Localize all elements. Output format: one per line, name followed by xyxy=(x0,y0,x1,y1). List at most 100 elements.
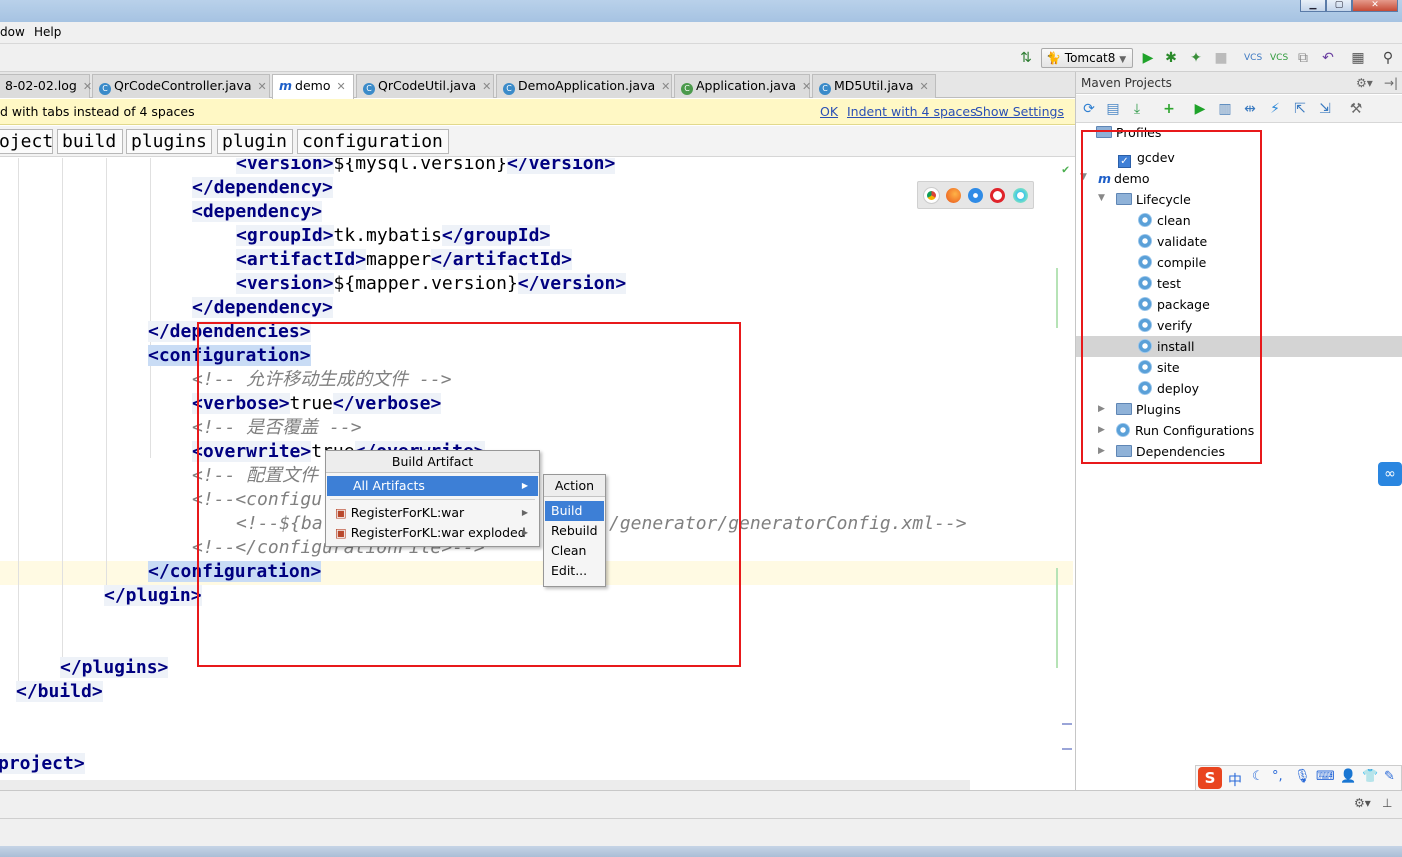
close-icon[interactable]: ✕ xyxy=(661,80,670,93)
stop-icon[interactable]: ■ xyxy=(1213,50,1229,66)
change-marker xyxy=(1056,568,1058,668)
breadcrumb-build[interactable]: build xyxy=(57,129,123,154)
download-icon[interactable]: ⤓ xyxy=(1129,101,1145,117)
maven-settings-icon[interactable]: ⚒ xyxy=(1348,101,1364,117)
menu-item-label: RegisterForKL:war exploded xyxy=(350,525,526,540)
moon-icon[interactable]: ☾ xyxy=(1252,769,1264,784)
os-taskbar xyxy=(0,846,1402,857)
toggle-offline-icon[interactable]: ⇹ xyxy=(1242,101,1258,117)
submenu-arrow-icon: ▶ xyxy=(521,481,528,490)
ime-mode-label[interactable]: 中 xyxy=(1228,770,1242,790)
breadcrumb-plugin[interactable]: plugin xyxy=(217,129,293,154)
close-window-button[interactable]: ✕ xyxy=(1352,0,1398,12)
vcs-commit-icon[interactable]: VCS xyxy=(1270,50,1288,66)
structure-icon[interactable]: ▦ xyxy=(1350,50,1366,66)
maximize-button[interactable]: ▢ xyxy=(1326,0,1352,12)
gear-icon[interactable]: ⚙▾ xyxy=(1354,796,1371,810)
breadcrumb-project[interactable]: oject xyxy=(0,129,53,154)
run-maven-icon[interactable]: ▶ xyxy=(1192,101,1208,117)
action-edit[interactable]: Edit... xyxy=(545,561,604,581)
menu-divider xyxy=(330,499,535,500)
menu-help[interactable]: Help xyxy=(34,25,61,39)
chrome-icon[interactable] xyxy=(923,187,940,204)
tools-icon[interactable]: ✎ xyxy=(1384,769,1395,784)
firefox-icon[interactable] xyxy=(946,188,961,203)
close-icon[interactable]: ✕ xyxy=(83,80,92,93)
tab-demo[interactable]: m demo ✕ xyxy=(272,74,354,99)
skin-icon[interactable]: 👕 xyxy=(1362,769,1378,784)
sort-icon[interactable]: ⇅ xyxy=(1018,50,1034,66)
coverage-icon[interactable]: ✦ xyxy=(1188,50,1204,66)
sogou-icon[interactable]: S xyxy=(1198,767,1222,789)
maven-goal-icon[interactable]: ▥ xyxy=(1217,101,1233,117)
menu-item-all-artifacts[interactable]: All Artifacts ▶ xyxy=(327,476,538,496)
action-build[interactable]: Build xyxy=(545,501,604,521)
safari-icon[interactable] xyxy=(968,188,983,203)
code-line: <version>${mysql.version}</version> xyxy=(236,158,616,176)
reimport-icon[interactable]: ⟳ xyxy=(1081,101,1097,117)
cloud-sync-icon[interactable]: ∞ xyxy=(1378,462,1402,486)
menu-window[interactable]: dow xyxy=(0,25,25,39)
xml-tag: </groupId> xyxy=(441,225,551,246)
xml-value: ${mapper.version} xyxy=(333,273,518,294)
ok-link[interactable]: OK xyxy=(820,99,838,125)
tab-label: QrCodeController.java xyxy=(114,78,252,93)
close-icon[interactable]: ✕ xyxy=(920,80,929,93)
user-icon[interactable]: 👤 xyxy=(1340,769,1356,784)
show-settings-link[interactable]: Show Settings xyxy=(975,99,1064,125)
menu-bar: dow Help xyxy=(0,22,1402,44)
compare-icon[interactable]: ⧉ xyxy=(1295,50,1311,66)
action-rebuild[interactable]: Rebuild xyxy=(545,521,604,541)
submenu-arrow-icon: ▶ xyxy=(521,528,528,537)
indent-link[interactable]: Indent with 4 spaces xyxy=(847,99,977,125)
xml-tag: <dependency> xyxy=(192,201,323,222)
code-line: project> xyxy=(0,752,85,776)
microphone-icon[interactable]: 🎙 xyxy=(1294,769,1311,784)
artifact-icon: ▣ xyxy=(335,525,347,540)
hide-panel-icon[interactable]: →| xyxy=(1384,72,1398,94)
menu-item-war[interactable]: ▣ RegisterForKL:war ▶ xyxy=(327,503,538,523)
skip-tests-icon[interactable]: ⚡ xyxy=(1267,101,1283,117)
code-line: <dependency> xyxy=(192,200,323,224)
close-icon[interactable]: ✕ xyxy=(257,80,266,93)
indent-guide xyxy=(150,158,151,458)
revert-icon[interactable]: ↶ xyxy=(1320,50,1336,66)
keyboard-icon[interactable]: ⌨ xyxy=(1316,769,1335,784)
opera-icon[interactable] xyxy=(990,188,1005,203)
run-config-select[interactable]: 🐈 Tomcat8 ▼ xyxy=(1041,48,1133,68)
debug-icon[interactable]: ✱ xyxy=(1163,50,1179,66)
status-bar: ⚙▾ ⊥ xyxy=(0,790,1402,818)
punctuation-icon[interactable]: °, xyxy=(1272,769,1283,784)
run-icon[interactable]: ▶ xyxy=(1140,50,1156,66)
tab-label: demo xyxy=(295,78,331,93)
tab-qrcodeutil[interactable]: C QrCodeUtil.java ✕ xyxy=(356,74,494,98)
horizontal-scrollbar[interactable] xyxy=(0,780,970,790)
menu-item-war-exploded[interactable]: ▣ RegisterForKL:war exploded ▶ xyxy=(327,523,538,543)
collapse-all-icon[interactable]: ⇲ xyxy=(1317,101,1333,117)
action-menu: Action Build Rebuild Clean Edit... xyxy=(543,474,606,587)
search-icon[interactable]: ⚲ xyxy=(1380,50,1396,66)
breadcrumb-configuration[interactable]: configuration xyxy=(297,129,449,154)
close-icon[interactable]: ✕ xyxy=(482,80,491,93)
gear-icon[interactable]: ⚙▾ xyxy=(1356,72,1373,94)
tab-md5util[interactable]: C MD5Util.java ✕ xyxy=(812,74,936,98)
tab-log[interactable]: 8-02-02.log ✕ xyxy=(0,74,92,98)
artifact-icon: ▣ xyxy=(335,505,347,520)
action-clean[interactable]: Clean xyxy=(545,541,604,561)
xml-tag: </plugins> xyxy=(60,657,169,678)
minimize-button[interactable]: ▁ xyxy=(1300,0,1326,12)
add-icon[interactable]: + xyxy=(1161,101,1177,117)
minimize-panel-icon[interactable]: ⊥ xyxy=(1382,796,1392,810)
breadcrumb-plugins[interactable]: plugins xyxy=(126,129,212,154)
generate-sources-icon[interactable]: ▤ xyxy=(1105,101,1121,117)
close-icon[interactable]: ✕ xyxy=(336,80,345,93)
maven-projects-panel: Maven Projects ⚙▾ →| ⟳ ▤ ⤓ + ▶ ▥ ⇹ ⚡ ⇱ ⇲… xyxy=(1075,72,1402,790)
tab-demoapplication[interactable]: C DemoApplication.java ✕ xyxy=(496,74,672,98)
browser-icons-bar xyxy=(917,181,1034,209)
close-icon[interactable]: ✕ xyxy=(802,80,811,93)
expand-all-icon[interactable]: ⇱ xyxy=(1292,101,1308,117)
vcs-update-icon[interactable]: VCS xyxy=(1244,50,1262,66)
ie-icon[interactable] xyxy=(1013,188,1028,203)
tab-application[interactable]: C Application.java ✕ xyxy=(674,74,811,98)
tab-qrcodecontroller[interactable]: C QrCodeController.java ✕ xyxy=(92,74,270,98)
